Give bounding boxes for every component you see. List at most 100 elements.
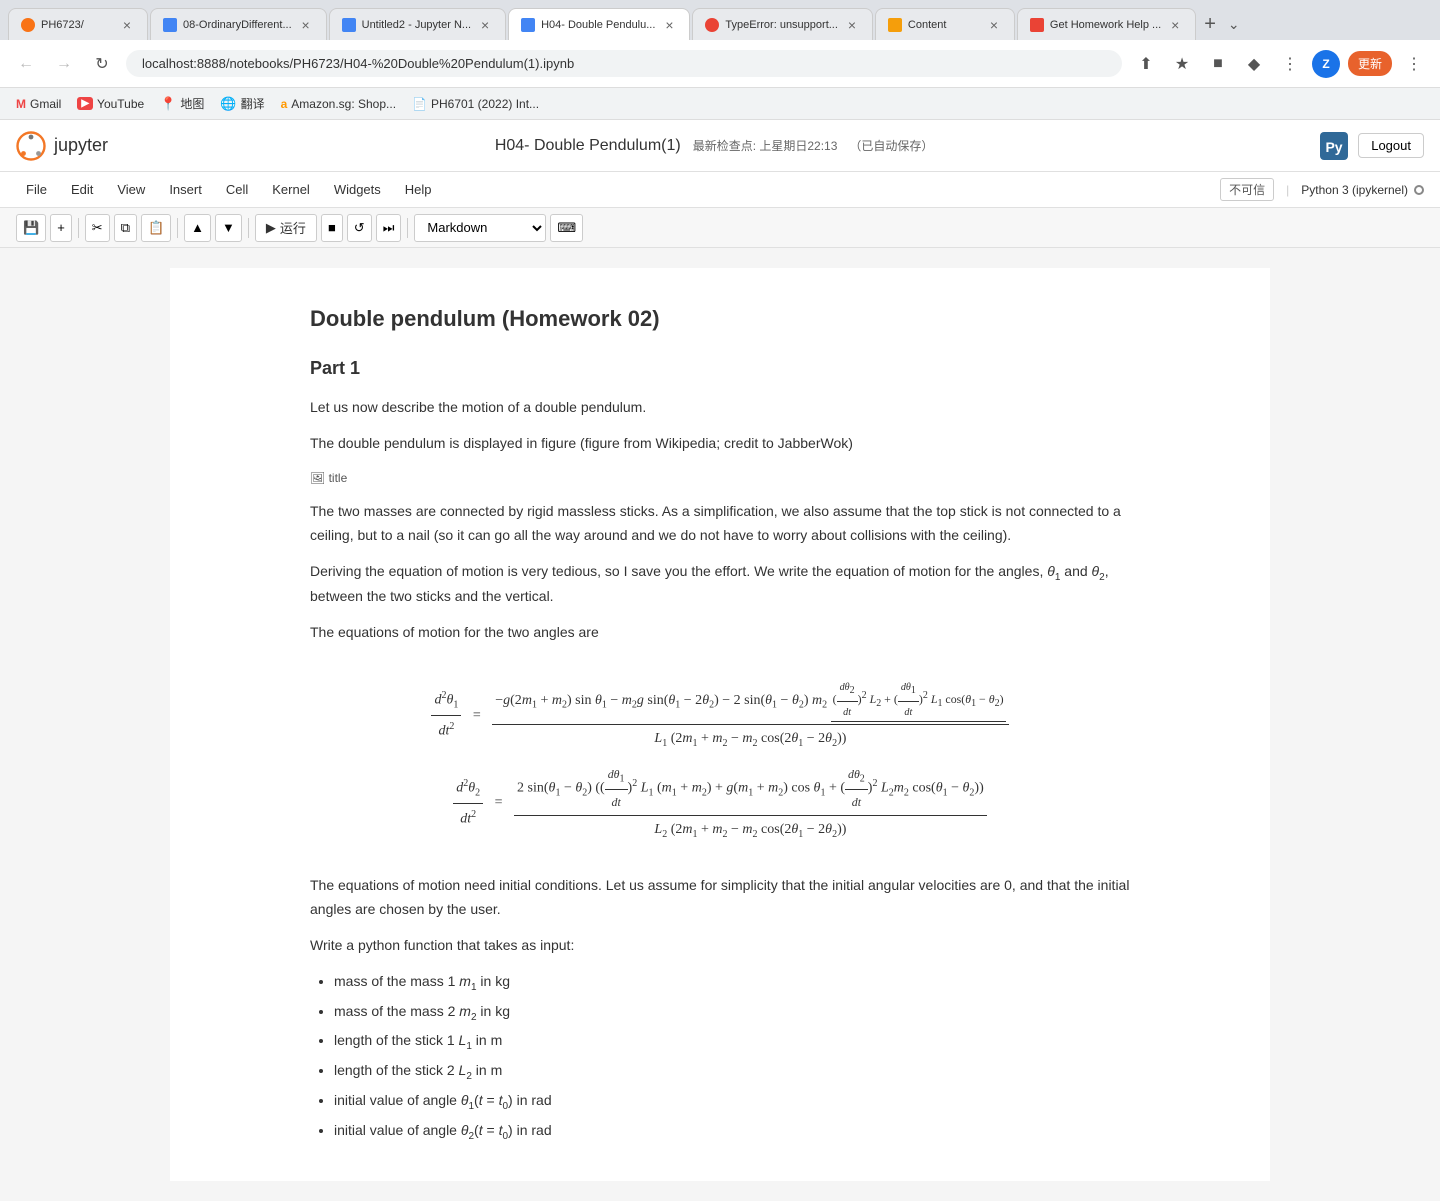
menu-dots-icon[interactable]: ⋮: [1400, 50, 1428, 78]
fast-forward-button[interactable]: ⏭: [376, 214, 402, 242]
menu-items: File Edit View Insert Cell Kernel Widget…: [16, 178, 442, 201]
tab-content-close[interactable]: ×: [986, 18, 1002, 32]
tab-ordinary-diff-close[interactable]: ×: [298, 18, 314, 32]
tab-bar: PH6723/ × 08-OrdinaryDifferent... × Unti…: [0, 0, 1440, 40]
share-icon[interactable]: ⬆: [1132, 50, 1160, 78]
back-button[interactable]: ←: [12, 50, 40, 78]
jupyter-title-area: H04- Double Pendulum(1) 最新检查点: 上星期日22:13…: [495, 137, 934, 155]
deriving-paragraph: Deriving the equation of motion is very …: [310, 560, 1130, 610]
tab-h04-close[interactable]: ×: [661, 18, 677, 32]
user-avatar[interactable]: Z: [1312, 50, 1340, 78]
tab-h04-double-pendulum[interactable]: H04- Double Pendulu... ×: [508, 8, 690, 40]
tab-typeerror-close[interactable]: ×: [844, 18, 860, 32]
jupyter-header-right: Py Logout: [1320, 132, 1424, 160]
menu-cell[interactable]: Cell: [216, 178, 258, 201]
python-function-intro: Write a python function that takes as in…: [310, 934, 1130, 958]
equation-1: d2θ1 dt2 = −g(2m1 + m2) sin θ1 − m2g sin…: [310, 679, 1130, 752]
new-tab-button[interactable]: +: [1198, 14, 1222, 34]
markdown-cell-main: Double pendulum (Homework 02) Part 1 Let…: [310, 288, 1130, 1161]
reload-button[interactable]: ↻: [88, 50, 116, 78]
bookmark-icon[interactable]: ★: [1168, 50, 1196, 78]
cut-icon: ✂: [92, 220, 103, 236]
tab-homework-help-title: Get Homework Help ...: [1050, 19, 1161, 31]
amazon-icon: a: [281, 97, 288, 111]
bookmark-ph6701[interactable]: 📄 PH6701 (2022) Int...: [412, 97, 539, 111]
jupyter-header: jupyter H04- Double Pendulum(1) 最新检查点: 上…: [0, 120, 1440, 172]
tab-typeerror-title: TypeError: unsupport...: [725, 19, 838, 31]
menu-kernel[interactable]: Kernel: [262, 178, 320, 201]
tab-content[interactable]: Content ×: [875, 8, 1015, 40]
bookmark-gmail[interactable]: M Gmail: [16, 97, 61, 111]
menu-view[interactable]: View: [107, 178, 155, 201]
notebook-title[interactable]: H04- Double Pendulum(1): [495, 137, 681, 155]
grid-icon[interactable]: ⋮: [1276, 50, 1304, 78]
stop-button[interactable]: ■: [321, 214, 343, 242]
tab-untitled2-close[interactable]: ×: [477, 18, 493, 32]
bookmark-ph6701-label: PH6701 (2022) Int...: [431, 97, 539, 111]
kernel-circle-icon: [1414, 185, 1424, 195]
restart-button[interactable]: ↺: [347, 214, 372, 242]
tab-untitled2[interactable]: Untitled2 - Jupyter N... ×: [329, 8, 506, 40]
toolbar-separator-4: [407, 218, 408, 238]
tab-h04-title: H04- Double Pendulu...: [541, 19, 655, 31]
svg-text:Py: Py: [1326, 139, 1343, 155]
up-arrow-icon: ▲: [191, 220, 204, 235]
tab-ph6723-close[interactable]: ×: [119, 18, 135, 32]
masses-paragraph: The two masses are connected by rigid ma…: [310, 500, 1130, 548]
broken-image-icon: 🖼: [310, 471, 325, 485]
bookmark-translate[interactable]: 🌐 翻译: [220, 95, 264, 112]
save-button[interactable]: 💾: [16, 214, 46, 242]
update-button[interactable]: 更新: [1348, 51, 1392, 76]
run-button[interactable]: ▶ 运行: [255, 214, 317, 242]
bookmarks-bar: M Gmail ▶ YouTube 📍 地图 🌐 翻译 a Amazon.sg:…: [0, 88, 1440, 120]
doc-icon: 📄: [412, 97, 427, 111]
menu-insert[interactable]: Insert: [159, 178, 212, 201]
bookmark-amazon[interactable]: a Amazon.sg: Shop...: [281, 97, 396, 111]
eq2-rhs-frac: 2 sin(θ1 − θ2) ((dθ1dt)2 L1 (m1 + m2) + …: [514, 764, 987, 842]
menu-right: 不可信 | Python 3 (ipykernel): [1220, 178, 1424, 201]
address-bar: ← → ↻ ⬆ ★ ■ ◆ ⋮ Z 更新 ⋮: [0, 40, 1440, 88]
menu-edit[interactable]: Edit: [61, 178, 103, 201]
stop-icon: ■: [328, 220, 336, 235]
fast-forward-icon: ⏭: [383, 220, 395, 236]
bookmark-youtube[interactable]: ▶ YouTube: [77, 97, 144, 111]
notebook-heading: Double pendulum (Homework 02): [310, 300, 1130, 337]
forward-button[interactable]: →: [50, 50, 78, 78]
tab-typeerror[interactable]: TypeError: unsupport... ×: [692, 8, 873, 40]
add-icon: +: [57, 220, 65, 235]
checkpoint-info: 最新检查点: 上星期日22:13: [693, 137, 838, 154]
paste-button[interactable]: 📋: [141, 214, 171, 242]
translate-icon: 🌐: [220, 96, 236, 112]
add-cell-button[interactable]: +: [50, 214, 72, 242]
tab-ordinary-diff[interactable]: 08-OrdinaryDifferent... ×: [150, 8, 327, 40]
tab-expand-button[interactable]: ⌄: [1228, 16, 1240, 33]
move-down-button[interactable]: ▼: [215, 214, 242, 242]
keyboard-shortcuts-button[interactable]: ⌨: [550, 214, 583, 242]
extension-puzzle-icon[interactable]: ■: [1204, 50, 1232, 78]
menu-widgets[interactable]: Widgets: [324, 178, 391, 201]
tab-ph6723-title: PH6723/: [41, 19, 113, 31]
copy-button[interactable]: ⧉: [114, 214, 137, 242]
toolbar-icons: ⬆ ★ ■ ◆ ⋮ Z 更新 ⋮: [1132, 50, 1428, 78]
move-up-button[interactable]: ▲: [184, 214, 211, 242]
address-input[interactable]: [126, 50, 1122, 77]
toolbar-separator-2: [177, 218, 178, 238]
tab-homework-help-close[interactable]: ×: [1167, 18, 1183, 32]
cut-button[interactable]: ✂: [85, 214, 110, 242]
tab-ph6723[interactable]: PH6723/ ×: [8, 8, 148, 40]
bookmark-translate-label: 翻译: [241, 95, 265, 112]
menu-help[interactable]: Help: [395, 178, 442, 201]
tab-homework-help[interactable]: Get Homework Help ... ×: [1017, 8, 1196, 40]
bookmark-maps[interactable]: 📍 地图: [160, 95, 204, 112]
notebook-container: jupyter H04- Double Pendulum(1) 最新检查点: 上…: [0, 120, 1440, 1201]
extension-icon[interactable]: ◆: [1240, 50, 1268, 78]
run-triangle-icon: ▶: [266, 220, 276, 236]
down-arrow-icon: ▼: [222, 220, 235, 235]
eq2-lhs-frac: d2θ2 dt2: [453, 775, 483, 832]
toolbar-separator-3: [248, 218, 249, 238]
equations-intro: The equations of motion for the two angl…: [310, 621, 1130, 645]
kernel-name: Python 3 (ipykernel): [1301, 183, 1408, 197]
cell-type-dropdown[interactable]: Markdown Code Raw NBConvert Heading: [414, 214, 546, 242]
logout-button[interactable]: Logout: [1358, 133, 1424, 158]
menu-file[interactable]: File: [16, 178, 57, 201]
